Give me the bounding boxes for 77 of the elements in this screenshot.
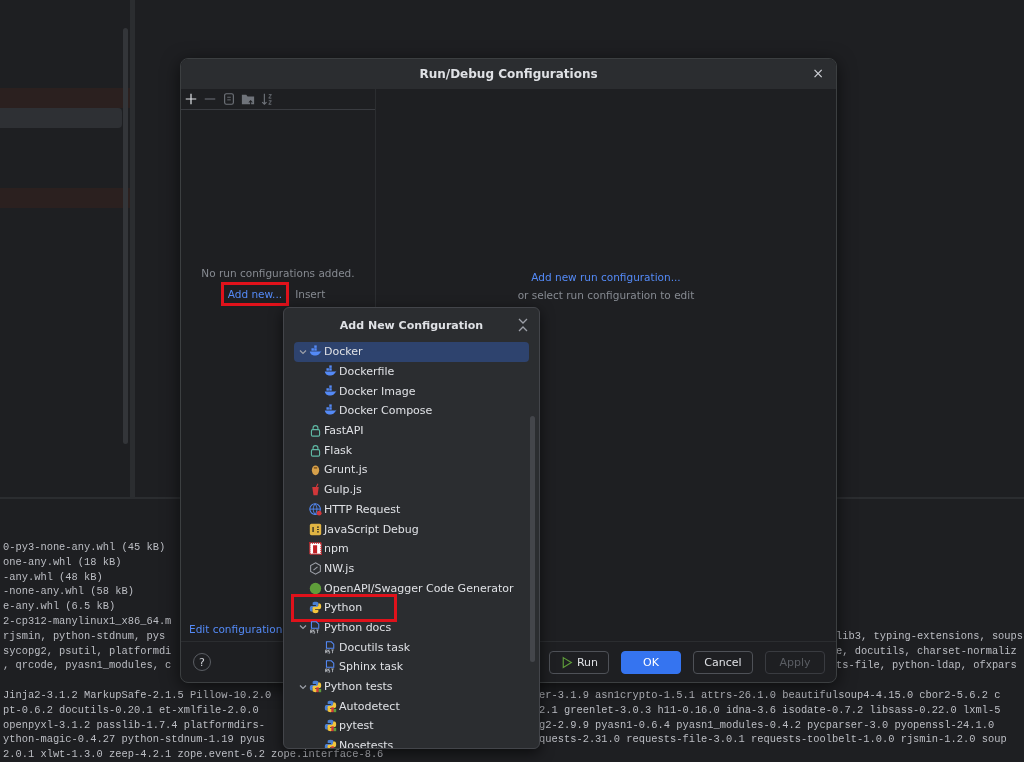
lock-icon (309, 443, 322, 457)
terminal-line: g2-2.9.9 pyasn1-0.6.4 pyasn1_modules-0.4.2 pycparser-3.0 pyopenssl-24.1.0 (539, 717, 996, 733)
list-item[interactable]: Gulp.js (294, 479, 529, 500)
templates-link[interactable]: Edit configuration (189, 623, 283, 635)
list-item[interactable]: HTTP Request (294, 499, 529, 520)
terminal-line: e-any.whl (6.5 kB) (2, 599, 116, 615)
docker-whale-icon (324, 384, 337, 398)
document-rst-icon (309, 620, 322, 634)
document-rst-icon (324, 660, 337, 674)
copy-icon (222, 92, 236, 106)
terminal-line: , qrcode, pyasn1_modules, c (2, 658, 172, 674)
package-box-icon (309, 542, 322, 556)
cup-icon (309, 483, 322, 497)
empty-message: No run configurations added. (201, 267, 355, 279)
run-button[interactable]: Run (549, 650, 609, 674)
shortcut-hint: Insert (295, 288, 326, 300)
document-rst-icon (324, 640, 337, 654)
collapse-icon[interactable] (517, 318, 529, 332)
list-item[interactable]: Grunt.js (294, 460, 529, 480)
list-item[interactable]: OpenAPI/Swagger Code Generator (294, 578, 529, 598)
snake-logo-icon (309, 601, 322, 615)
list-item[interactable]: FastAPI (294, 420, 529, 441)
list-item[interactable]: Autodetect (294, 696, 529, 717)
list-item[interactable]: Docker Compose (294, 401, 529, 421)
snake-logo-icon (324, 719, 337, 733)
terminal-line: 2.1 greenlet-3.0.3 h11-0.16.0 idna-3.6 isodate-0.7.2 libsass-0.22.0 lxml-5 (539, 702, 1002, 718)
list-item[interactable]: Flask (294, 440, 529, 461)
terminal-line: ython-magic-0.4.27 python-stdnum-1.19 pyus (2, 732, 265, 748)
list-item[interactable]: Python tests (294, 676, 529, 697)
sort-icon (260, 92, 274, 106)
terminal-line: quests-2.31.0 requests-file-3.0.1 requests-toolbelt-1.0.0 rjsmin-1.2.0 soup (539, 732, 1008, 748)
hexagon-icon (309, 561, 322, 575)
docker-whale-icon (324, 404, 337, 418)
list-item[interactable]: Sphinx task (294, 657, 529, 677)
terminal-line: er-3.1.9 asn1crypto-1.5.1 attrs-26.1.0 beautifulsoup4-4.15.0 cbor2-5.6.2 c (539, 688, 1002, 703)
terminal-line: pt-0.6.2 docutils-0.20.1 et-xmlfile-2.0.0 (2, 702, 259, 718)
terminal-line: 2-cp312-manylinux1_x86_64.m (2, 614, 172, 629)
terminal-line: 2.0.1 xlwt-1.3.0 zeep-4.2.1 zope.event-6.2 zope.interface-8.6 (2, 748, 384, 762)
ok-button[interactable]: OK (621, 650, 681, 674)
close-button[interactable]: × (808, 65, 828, 81)
circle-logo-icon (309, 581, 322, 595)
terminal-line: -any.whl (48 kB) (2, 569, 103, 585)
terminal-line: Jinja2-3.1.2 MarkupSafe-2.1.5 Pillow-10.2.0 (2, 688, 272, 703)
list-item[interactable]: Python docs (294, 617, 529, 638)
list-item[interactable]: NW.js (294, 558, 529, 579)
list-item[interactable]: Python (294, 597, 529, 618)
dialog-title: Run/Debug Configurations (419, 67, 598, 81)
snake-logo-icon (309, 680, 322, 694)
script-badge-icon (309, 522, 322, 536)
terminal-line: one-any.whl (18 kB) (2, 554, 122, 570)
add-configuration-link[interactable]: Add new run configuration... (531, 271, 681, 283)
add-new-link[interactable]: Add new... (227, 288, 283, 300)
popup-title: Add New Configuration (339, 318, 484, 332)
terminal-line: ts-file, python-ldap, ofxpars (836, 658, 1018, 674)
folder-icon (241, 92, 255, 106)
lock-icon (309, 424, 322, 438)
list-item[interactable]: Docutils task (294, 637, 529, 657)
list-item[interactable]: npm (294, 538, 529, 559)
add-icon (184, 92, 198, 106)
list-item[interactable]: Docker (294, 342, 529, 362)
hint-text: or select run configuration to edit (517, 289, 695, 301)
list-item[interactable]: Docker Image (294, 381, 529, 402)
list-item[interactable]: JavaScript Debug (294, 519, 529, 539)
terminal-line: lib3, typing-extensions, soups (836, 628, 1024, 644)
terminal-line: rjsmin, python-stdnum, pys (2, 628, 166, 644)
terminal-line: -none-any.whl (58 kB) (2, 584, 134, 600)
list-item[interactable]: pytest (294, 716, 529, 736)
terminal-line: e, docutils, charset-normaliz (836, 643, 1018, 659)
globe-icon (309, 502, 322, 516)
docker-whale-icon (309, 345, 322, 359)
docker-whale-icon (324, 365, 337, 379)
terminal-line: sycopg2, psutil, platformdi (2, 643, 172, 659)
dialog-button[interactable]: Cancel (693, 650, 753, 674)
snake-logo-icon (324, 699, 337, 713)
terminal-line: 0-py3-none-any.whl (45 kB) (2, 540, 166, 555)
terminal-line: openpyxl-3.1.2 passlib-1.7.4 platformdirs- (2, 717, 265, 733)
list-item[interactable]: Dockerfile (294, 361, 529, 382)
